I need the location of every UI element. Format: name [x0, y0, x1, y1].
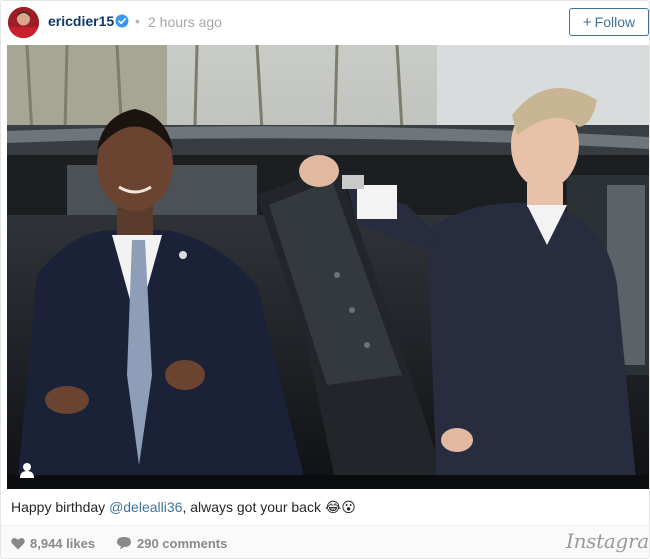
post-photo[interactable]	[7, 45, 649, 489]
comments-count[interactable]: 290 comments	[137, 536, 227, 551]
caption-text-end: , always got your back 😂😮	[182, 499, 356, 515]
avatar[interactable]	[8, 7, 39, 38]
separator-dot: •	[135, 13, 140, 29]
post-timestamp[interactable]: 2 hours ago	[148, 14, 222, 30]
mention-link[interactable]: @delealli36	[109, 499, 182, 515]
instagram-post-card: ericdier15 • 2 hours ago + Follow Happy …	[0, 0, 650, 559]
verified-badge-icon	[115, 14, 129, 28]
comment-bubble-icon[interactable]	[116, 536, 132, 550]
plus-icon: +	[582, 13, 592, 31]
caption-text-start: Happy birthday	[11, 499, 110, 515]
instagram-logo[interactable]: Instagram	[566, 529, 649, 553]
post-caption: Happy birthday @delealli36, always got y…	[11, 499, 356, 516]
post-header: ericdier15 • 2 hours ago + Follow	[1, 1, 649, 45]
post-footer: 8,944 likes 290 comments Instagram	[1, 525, 649, 558]
user-tag-icon[interactable]	[17, 460, 37, 480]
follow-button[interactable]: + Follow	[569, 8, 649, 36]
follow-button-label: Follow	[594, 14, 636, 30]
username-link[interactable]: ericdier15	[48, 13, 114, 29]
heart-icon[interactable]	[11, 537, 25, 550]
likes-count[interactable]: 8,944 likes	[30, 536, 95, 551]
